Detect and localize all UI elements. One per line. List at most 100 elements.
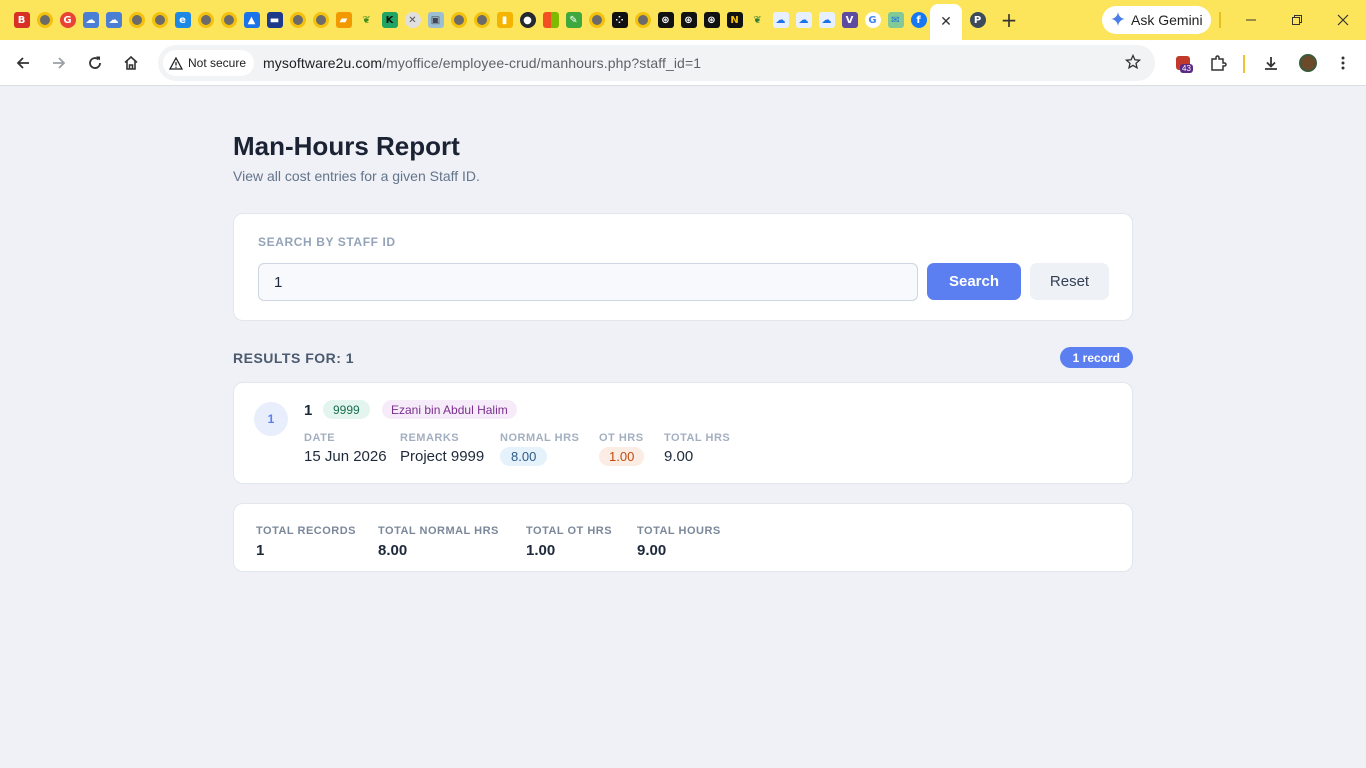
tab[interactable] — [286, 0, 309, 40]
more-vert-icon — [1341, 56, 1345, 70]
tab[interactable]: f — [907, 0, 930, 40]
tab[interactable]: ☁ — [102, 0, 125, 40]
total-hours-label: TOTAL HRS — [664, 432, 731, 444]
tab[interactable]: ▬ — [263, 0, 286, 40]
tab[interactable] — [33, 0, 56, 40]
tab[interactable]: ▮ — [493, 0, 516, 40]
back-button[interactable] — [11, 51, 35, 75]
tab[interactable]: P — [966, 0, 989, 40]
tab[interactable]: ✕ — [401, 0, 424, 40]
tab[interactable]: ⁘ — [608, 0, 631, 40]
tab[interactable]: B — [10, 0, 33, 40]
tab[interactable]: ❦ — [355, 0, 378, 40]
date-value: 15 Jun 2026 — [304, 448, 387, 465]
tab[interactable] — [539, 0, 562, 40]
tab[interactable]: ⊛ — [700, 0, 723, 40]
restore-button[interactable] — [1274, 0, 1320, 40]
summary-total-hours: TOTAL HOURS 9.00 — [637, 525, 721, 559]
downloads-button[interactable] — [1259, 51, 1283, 75]
tab[interactable]: ▰ — [332, 0, 355, 40]
tab-active[interactable]: ✕ — [930, 4, 962, 40]
tab[interactable] — [148, 0, 171, 40]
reset-button[interactable]: Reset — [1030, 263, 1109, 300]
tab[interactable]: ☁ — [769, 0, 792, 40]
tab[interactable]: ⊛ — [654, 0, 677, 40]
reload-button[interactable] — [83, 51, 107, 75]
tab[interactable] — [470, 0, 493, 40]
summary-total-ot: TOTAL OT HRS 1.00 — [526, 525, 612, 559]
tab[interactable]: N — [723, 0, 746, 40]
tab[interactable]: ● — [516, 0, 539, 40]
chrome-icon — [151, 12, 168, 28]
tab[interactable]: G — [861, 0, 884, 40]
g-red-icon: G — [59, 12, 76, 28]
project-code-badge: 9999 — [323, 400, 370, 419]
tab[interactable]: G — [56, 0, 79, 40]
address-bar[interactable]: Not secure mysoftware2u.com/myoffice/emp… — [158, 45, 1155, 81]
browser-tab-bar: B G ☁ ☁ e ▲ ▬ ▰ ❦ K ✕ ▣ ▮ ● ✎ ⁘ ⊛ ⊛ ⊛ N … — [0, 0, 1366, 40]
tab[interactable] — [217, 0, 240, 40]
b-icon: B — [13, 12, 30, 28]
url-text[interactable]: mysoftware2u.com/myoffice/employee-crud/… — [263, 55, 701, 71]
site-info-button[interactable]: Not secure — [163, 50, 255, 76]
tab[interactable] — [447, 0, 470, 40]
close-window-button[interactable] — [1320, 0, 1366, 40]
tab[interactable]: ✉ — [884, 0, 907, 40]
summary-normal-label: TOTAL NORMAL HRS — [378, 525, 499, 537]
tab[interactable]: ▲ — [240, 0, 263, 40]
green-icon: ✎ — [565, 12, 582, 28]
new-tab-button[interactable]: + — [995, 0, 1023, 40]
tab[interactable]: ❦ — [746, 0, 769, 40]
openai-icon: ⊛ — [657, 12, 674, 28]
minimize-icon — [1246, 19, 1256, 21]
bookmark-icon: ▰ — [335, 12, 352, 28]
summary-hours-value: 9.00 — [637, 542, 667, 559]
tab[interactable] — [631, 0, 654, 40]
openai-icon: ⊛ — [703, 12, 720, 28]
tab[interactable]: ☁ — [79, 0, 102, 40]
menu-button[interactable] — [1331, 51, 1355, 75]
ask-gemini-label: Ask Gemini — [1131, 12, 1203, 28]
tab[interactable]: ☁ — [815, 0, 838, 40]
tab[interactable]: ▣ — [424, 0, 447, 40]
tab[interactable]: K — [378, 0, 401, 40]
minimize-button[interactable] — [1228, 0, 1274, 40]
tab[interactable]: ⊛ — [677, 0, 700, 40]
facebook-icon: f — [910, 12, 927, 28]
warning-icon — [169, 56, 183, 70]
ie-icon: e — [174, 12, 191, 28]
bookmark-star-button[interactable] — [1124, 53, 1142, 75]
tab[interactable]: ✎ — [562, 0, 585, 40]
ot-hours-field: OT HRS 1.00 — [599, 432, 645, 466]
url-host: mysoftware2u.com — [263, 55, 383, 71]
leaf-icon: ❦ — [749, 12, 766, 28]
restore-icon — [1292, 15, 1302, 25]
avatar — [1299, 54, 1317, 72]
forward-button[interactable] — [47, 51, 71, 75]
total-hours-field: TOTAL HRS 9.00 — [664, 432, 730, 465]
tab[interactable]: V — [838, 0, 861, 40]
tab[interactable] — [125, 0, 148, 40]
extensions-menu-button[interactable] — [1206, 51, 1230, 75]
chart-icon: ▮ — [496, 12, 513, 28]
staff-id-input[interactable] — [258, 263, 918, 301]
tab[interactable] — [194, 0, 217, 40]
summary-card: TOTAL RECORDS 1 TOTAL NORMAL HRS 8.00 TO… — [233, 503, 1133, 572]
search-label: SEARCH BY STAFF ID — [258, 235, 396, 249]
normal-hours-label: NORMAL HRS — [500, 432, 580, 444]
openai-icon: ⊛ — [680, 12, 697, 28]
close-icon[interactable]: ✕ — [940, 14, 952, 30]
profile-button[interactable] — [1296, 51, 1320, 75]
ask-gemini-button[interactable]: Ask Gemini — [1102, 6, 1211, 34]
tab[interactable]: ☁ — [792, 0, 815, 40]
search-button[interactable]: Search — [927, 263, 1021, 300]
tab[interactable] — [585, 0, 608, 40]
mail-icon: ✉ — [887, 12, 904, 28]
tab[interactable] — [309, 0, 332, 40]
summary-normal-value: 8.00 — [378, 542, 408, 559]
chrome-icon — [128, 12, 145, 28]
record-staff-id: 1 — [304, 402, 313, 419]
home-button[interactable] — [119, 51, 143, 75]
tab[interactable]: e — [171, 0, 194, 40]
star-icon — [1124, 53, 1142, 70]
